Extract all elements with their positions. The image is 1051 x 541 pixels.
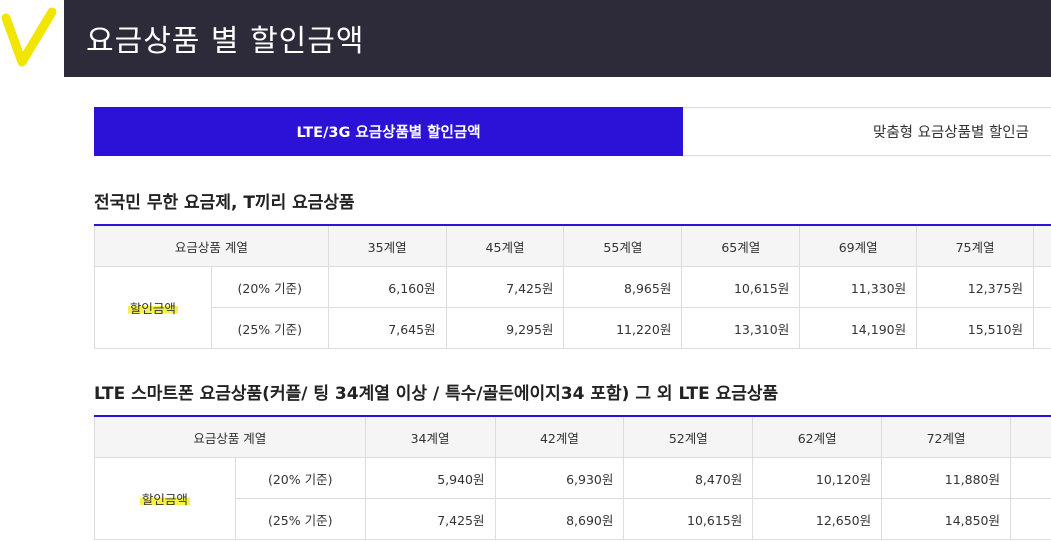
tab-lte-3g-discount[interactable]: LTE/3G 요금상품별 할인금액 <box>94 107 683 156</box>
column-header: 35계열 <box>327 224 447 267</box>
cell-value: 12,650원 <box>752 498 883 540</box>
cell-overflow <box>1010 457 1051 499</box>
cell-overflow <box>1033 266 1051 308</box>
section-title-lte-smartphone: LTE 스마트폰 요금상품(커플/ 팅 34계열 이상 / 특수/골든에이지34… <box>94 384 779 404</box>
tab-label: LTE/3G 요금상품별 할인금액 <box>296 125 481 141</box>
column-header: 42계열 <box>494 415 625 458</box>
table-row: (25% 기준) 7,645원 9,295원 11,220원 13,310원 1… <box>95 307 1051 349</box>
cell-value: 10,120원 <box>752 457 883 499</box>
table-header-row: 요금상품 계열 35계열 45계열 55계열 65계열 69계열 75계열 <box>94 224 1051 267</box>
cell-value: 7,645원 <box>327 307 447 349</box>
column-header: 72계열 <box>881 415 1011 458</box>
column-header-overflow <box>1010 415 1051 458</box>
v-logo-icon <box>1 7 57 67</box>
discount-table-lte-smartphone: 요금상품 계열 34계열 42계열 52계열 62계열 72계열 할인금액 (2… <box>94 415 1051 540</box>
cell-value: 12,375원 <box>916 266 1034 308</box>
column-header: 34계열 <box>364 415 496 458</box>
cell-value: 14,190원 <box>799 307 918 349</box>
tab-label: 맞춤형 요금상품별 할인금 <box>873 125 1029 141</box>
column-header: 62계열 <box>752 415 883 458</box>
column-header: 55계열 <box>563 224 683 267</box>
cell-value: 14,850원 <box>881 498 1011 540</box>
table-row: 할인금액 (20% 기준) 6,160원 7,425원 8,965원 10,61… <box>94 266 1051 349</box>
row-label-discount: 할인금액 <box>94 266 212 349</box>
row-basis: (25% 기준) <box>234 498 366 540</box>
table-header-row: 요금상품 계열 34계열 42계열 52계열 62계열 72계열 <box>94 415 1051 458</box>
column-header: 65계열 <box>681 224 801 267</box>
tab-custom-discount[interactable]: 맞춤형 요금상품별 할인금 <box>683 107 1051 156</box>
row-basis: (20% 기준) <box>234 457 366 499</box>
column-header-plan-series: 요금상품 계열 <box>94 224 329 267</box>
row-basis: (20% 기준) <box>210 266 329 308</box>
highlighted-label: 할인금액 <box>127 301 178 316</box>
column-header-overflow <box>1033 224 1051 267</box>
cell-value: 11,220원 <box>563 307 683 349</box>
cell-value: 10,615원 <box>681 266 801 308</box>
cell-value: 11,880원 <box>881 457 1011 499</box>
cell-value: 9,295원 <box>445 307 565 349</box>
page-title: 요금상품 별 할인금액 <box>86 24 365 59</box>
page-header: 요금상품 별 할인금액 <box>64 0 1051 77</box>
cell-value: 6,160원 <box>327 266 447 308</box>
column-header: 45계열 <box>445 224 565 267</box>
cell-value: 6,930원 <box>494 457 625 499</box>
cell-value: 8,690원 <box>494 498 625 540</box>
row-label-discount: 할인금액 <box>94 457 236 540</box>
table-row: (25% 기준) 7,425원 8,690원 10,615원 12,650원 1… <box>95 498 1051 540</box>
column-header: 75계열 <box>916 224 1034 267</box>
highlighted-label: 할인금액 <box>139 492 190 507</box>
cell-value: 10,615원 <box>623 498 754 540</box>
cell-value: 11,330원 <box>799 266 918 308</box>
cell-value: 7,425원 <box>445 266 565 308</box>
cell-overflow <box>1010 498 1051 540</box>
discount-table-unlimited: 요금상품 계열 35계열 45계열 55계열 65계열 69계열 75계열 할인… <box>94 224 1051 349</box>
tab-bar: LTE/3G 요금상품별 할인금액 맞춤형 요금상품별 할인금 <box>94 107 1051 156</box>
table-row: 할인금액 (20% 기준) 5,940원 6,930원 8,470원 10,12… <box>94 457 1051 540</box>
cell-value: 8,470원 <box>623 457 754 499</box>
row-basis: (25% 기준) <box>210 307 329 349</box>
column-header: 52계열 <box>623 415 754 458</box>
cell-overflow <box>1033 307 1051 349</box>
cell-value: 7,425원 <box>364 498 496 540</box>
cell-value: 15,510원 <box>916 307 1034 349</box>
cell-value: 8,965원 <box>563 266 683 308</box>
section-title-unlimited: 전국민 무한 요금제, T끼리 요금상품 <box>94 193 355 213</box>
cell-value: 13,310원 <box>681 307 801 349</box>
cell-value: 5,940원 <box>364 457 496 499</box>
column-header: 69계열 <box>799 224 918 267</box>
column-header-plan-series: 요금상품 계열 <box>94 415 366 458</box>
